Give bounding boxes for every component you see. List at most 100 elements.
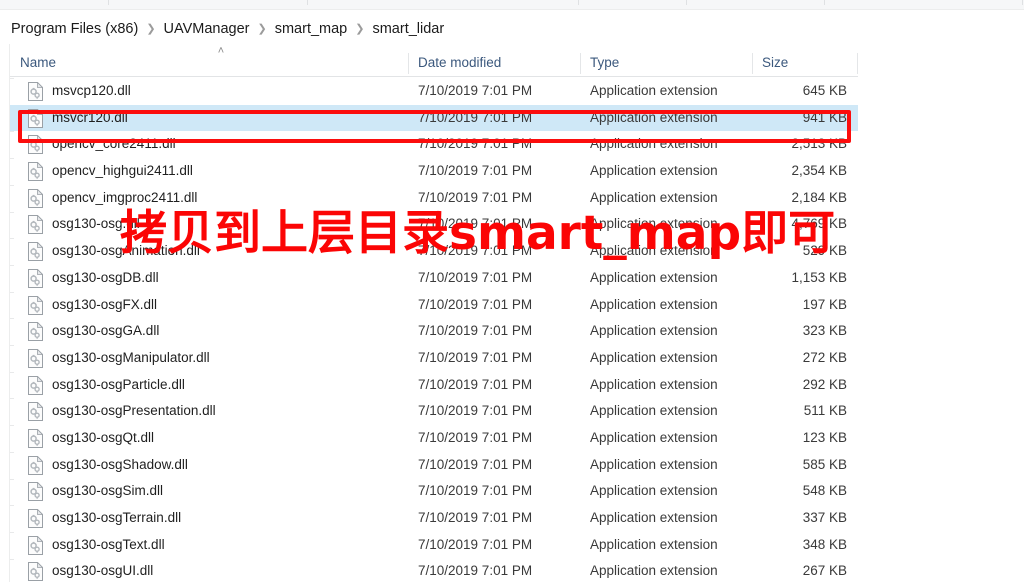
file-type: Application extension [590,349,718,365]
file-list[interactable]: msvcp120.dll 7/10/2019 7:01 PM Application… [10,78,858,582]
file-name: osg130-osgUI.dll [52,563,154,579]
table-row[interactable]: osg130-osgShadow.dll 7/10/2019 7:01 PM App… [10,452,858,479]
file-type: Application extension [590,429,718,445]
table-row[interactable]: osg130-osgManipulator.dll 7/10/2019 7:01 … [10,345,858,372]
breadcrumb[interactable]: Program Files (x86) ❯ UAVManager ❯ smart_map… [0,14,1024,44]
file-type: Application extension [590,510,718,525]
file-name: osg130-osgText.dll [52,536,165,552]
column-header-date-modified[interactable]: Date modified [408,50,580,76]
file-date-modified: 7/10/2019 7:01 PM [418,269,533,285]
file-size: 348 KB [802,536,847,552]
dll-file-icon [28,375,44,395]
toolbar-ghost-mark [307,0,308,5]
table-row[interactable]: osg130-osg.dll 7/10/2019 7:01 PM Applicati… [10,211,858,238]
file-date-modified: 7/10/2019 7:01 PM [418,243,533,259]
file-name: osg130-osgShadow.dll [52,456,188,472]
file-name: opencv_imgproc2411.dll [52,189,198,205]
file-name: osg130-osgPresentation.dll [52,403,216,419]
file-type: Application extension [590,483,718,499]
breadcrumb-separator-icon: ❯ [257,22,267,35]
table-row[interactable]: osg130-osgUI.dll 7/10/2019 7:01 PM Applica… [10,558,858,582]
file-size: 337 KB [802,510,847,525]
file-size: 267 KB [802,563,847,579]
file-size: 511 KB [803,403,847,419]
dll-file-icon [28,321,44,342]
table-row[interactable]: osg130-osgTerrain.dll 7/10/2019 7:01 PM Ap… [10,505,858,532]
file-name: osg130-osgDB.dll [52,269,159,285]
breadcrumb-item-3[interactable]: smart_lidar [371,21,445,37]
file-name: osg130-osgGA.dll [52,323,160,339]
table-row[interactable]: opencv_highgui2411.dll 7/10/2019 7:01 PM A… [10,158,858,185]
file-name: osg130-osgAnimation.dll [52,243,200,259]
file-name: msvcp120.dll [52,83,131,98]
file-size: 197 KB [802,296,847,312]
column-header-size[interactable]: Size [752,50,858,76]
table-row[interactable]: osg130-osgText.dll 7/10/2019 7:01 PM Appli… [10,532,858,559]
toolbar-ghost-mark [108,0,109,5]
toolbar-ghost-mark [824,0,825,5]
file-type: Application extension [590,243,718,259]
dll-file-icon [28,481,44,502]
table-row[interactable]: osg130-osgParticle.dll 7/10/2019 7:01 PM A… [10,372,858,399]
table-row[interactable]: osg130-osgFX.dll 7/10/2019 7:01 PM Applica… [10,292,858,319]
dll-file-icon [28,295,44,315]
file-date-modified: 7/10/2019 7:01 PM [418,323,533,339]
breadcrumb-separator-icon: ❯ [355,22,365,35]
file-type: Application extension [590,269,718,285]
table-row[interactable]: osg130-osgQt.dll 7/10/2019 7:01 PM Applica… [10,425,858,452]
dll-file-icon [28,428,44,448]
file-date-modified: 7/10/2019 7:01 PM [418,136,533,152]
file-date-modified: 7/10/2019 7:01 PM [418,376,533,392]
breadcrumb-item-1[interactable]: UAVManager [163,21,251,37]
breadcrumb-item-2[interactable]: smart_map [274,21,349,37]
file-date-modified: 7/10/2019 7:01 PM [418,510,533,525]
file-type: Application extension [590,563,718,579]
table-row[interactable]: osg130-osgSim.dll 7/10/2019 7:01 PM Applic… [10,478,858,505]
table-row-selected[interactable]: msvcr120.dll 7/10/2019 7:01 PM Application… [10,104,858,132]
file-name: opencv_core2411.dll [52,136,176,152]
table-row[interactable]: msvcp120.dll 7/10/2019 7:01 PM Application… [10,78,858,105]
column-header-type[interactable]: Type [580,50,752,76]
file-type: Application extension [590,216,718,232]
toolbar-ghost-mark [578,0,579,5]
dll-file-icon [28,241,44,262]
file-type: Application extension [590,323,718,339]
file-name: msvcr120.dll [52,109,128,125]
file-date-modified: 7/10/2019 7:01 PM [418,349,533,365]
file-date-modified: 7/10/2019 7:01 PM [418,483,533,499]
dll-file-icon [28,348,44,368]
dll-file-icon [28,188,44,208]
toolbar-ghost-mark [686,0,687,5]
dll-file-icon [28,561,44,582]
table-row[interactable]: osg130-osgPresentation.dll 7/10/2019 7:01… [10,398,858,425]
file-type: Application extension [590,83,718,98]
table-row[interactable]: opencv_imgproc2411.dll 7/10/2019 7:01 PM A… [10,185,858,212]
file-size: 123 KB [802,429,847,445]
file-type: Application extension [590,403,718,419]
file-size: 548 KB [802,483,847,499]
file-name: osg130-osg.dll [52,216,140,232]
file-name: osg130-osgSim.dll [52,483,164,499]
file-date-modified: 7/10/2019 7:01 PM [418,216,533,232]
dll-file-icon [28,161,44,182]
toolbar-ghost-mark [1022,0,1023,5]
table-row[interactable]: osg130-osgDB.dll 7/10/2019 7:01 PM Applica… [10,265,858,292]
column-header-name[interactable]: Name [10,50,408,76]
column-divider[interactable] [857,53,858,74]
dll-file-icon [28,535,44,555]
file-name: osg130-osgQt.dll [52,429,155,445]
file-date-modified: 7/10/2019 7:01 PM [418,163,533,179]
file-type: Application extension [590,163,718,179]
table-row[interactable]: osg130-osgAnimation.dll 7/10/2019 7:01 PM… [10,238,858,265]
file-date-modified: 7/10/2019 7:01 PM [418,83,533,98]
file-size: 4,769 KB [791,216,847,232]
file-date-modified: 7/10/2019 7:01 PM [418,429,533,445]
dll-file-icon [28,455,44,475]
breadcrumb-separator-icon: ❯ [146,22,156,35]
table-row[interactable]: opencv_core2411.dll 7/10/2019 7:01 PM Appl… [10,131,858,158]
breadcrumb-item-0[interactable]: Program Files (x86) [10,21,139,37]
table-row[interactable]: osg130-osgGA.dll 7/10/2019 7:01 PM Applica… [10,318,858,345]
file-size: 272 KB [802,349,847,365]
dll-file-icon [28,508,44,528]
file-type: Application extension [590,136,718,152]
